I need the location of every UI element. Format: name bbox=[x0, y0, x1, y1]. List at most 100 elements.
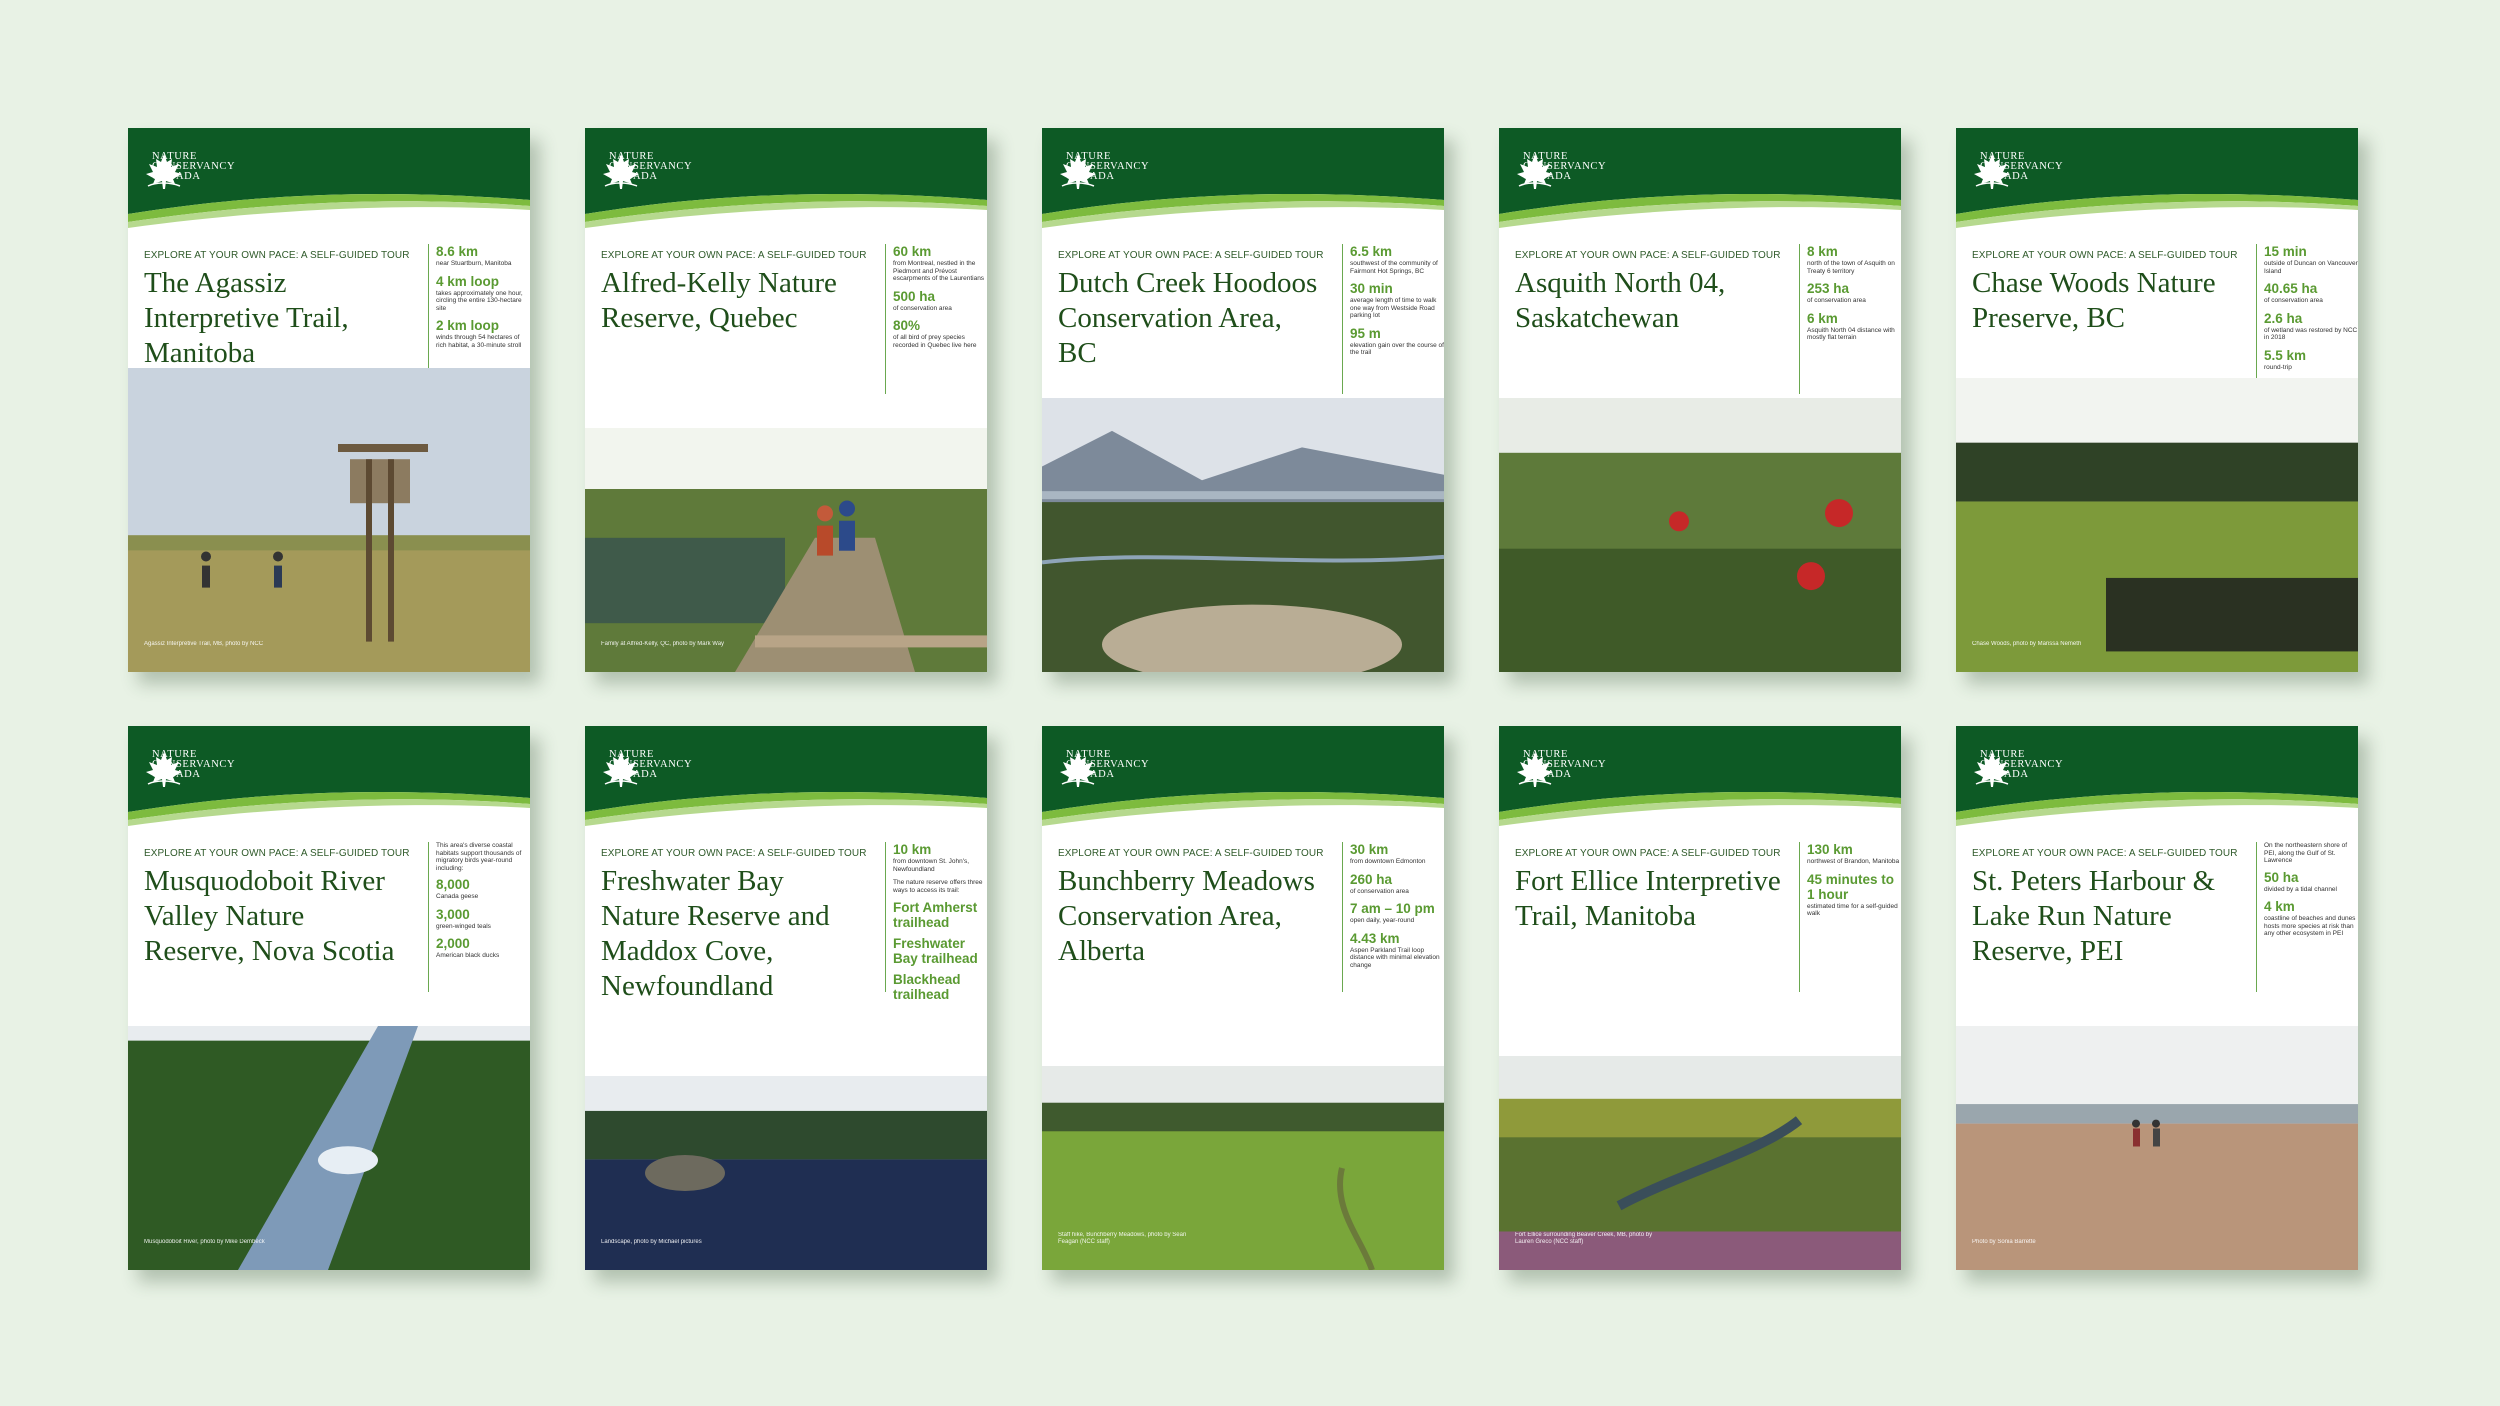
tour-kicker: EXPLORE AT YOUR OWN PACE: A SELF-GUIDED … bbox=[1058, 848, 1324, 859]
stats-column: 60 km from Montreal, nestled in the Piedm… bbox=[885, 244, 987, 394]
stats-column: 8 km north of the town of Asquith on Trea… bbox=[1799, 244, 1901, 394]
stat-value: 3,000 bbox=[436, 906, 470, 922]
card-title: Fort Ellice Interpretive Trail, Manitoba bbox=[1515, 865, 1781, 932]
org-logo: NATURE CONSERVANCY CANADA bbox=[1972, 151, 2090, 189]
brochure-card-4[interactable]: NATURE CONSERVANCY CANADA EXPLORE AT YOU… bbox=[1499, 128, 1901, 672]
stats-column: 15 min outside of Duncan on Vancouver Isl… bbox=[2256, 244, 2358, 394]
stat-value: 2.6 ha bbox=[2264, 310, 2303, 326]
stat-value: 40.65 ha bbox=[2264, 281, 2318, 296]
stat-item: 45 minutes to 1 hour estimated time for a… bbox=[1807, 872, 1901, 918]
tour-kicker: EXPLORE AT YOUR OWN PACE: A SELF-GUIDED … bbox=[144, 250, 410, 261]
stat-value: 30 min bbox=[1350, 281, 1393, 296]
stat-item: 30 km from downtown Edmonton bbox=[1350, 842, 1444, 866]
stat-value: Fort Amherst trailhead bbox=[893, 900, 978, 930]
stat-description: Aspen Parkland Trail loop distance with … bbox=[1350, 946, 1440, 969]
tour-kicker: EXPLORE AT YOUR OWN PACE: A SELF-GUIDED … bbox=[1515, 250, 1781, 261]
stat-value: 45 minutes to 1 hour bbox=[1807, 871, 1895, 902]
landscape-photo bbox=[585, 428, 987, 672]
stat-description: estimated time for a self-guided walk bbox=[1807, 902, 1898, 918]
org-logo: NATURE CONSERVANCY CANADA bbox=[1058, 749, 1176, 787]
stat-description: The nature reserve offers three ways to … bbox=[893, 879, 983, 894]
brochure-card-9[interactable]: NATURE CONSERVANCY CANADA EXPLORE AT YOU… bbox=[1499, 726, 1901, 1270]
landscape-photo bbox=[128, 1026, 530, 1270]
stat-description: of conservation area bbox=[893, 304, 952, 312]
stat-item: 4 km loop takes approximately one hour, c… bbox=[436, 274, 530, 313]
org-logo: NATURE CONSERVANCY CANADA bbox=[601, 151, 719, 189]
stat-item: 15 min outside of Duncan on Vancouver Isl… bbox=[2264, 244, 2358, 275]
stat-description: near Stuartburn, Manitoba bbox=[436, 260, 512, 267]
stat-item: 500 ha of conservation area bbox=[893, 289, 987, 313]
maple-leaf-icon bbox=[603, 752, 639, 787]
stat-description: Asquith North 04 distance with mostly fl… bbox=[1807, 326, 1895, 342]
stat-value: 30 km bbox=[1350, 842, 1389, 857]
stat-value: 4 km bbox=[2264, 899, 2295, 914]
org-logo: NATURE CONSERVANCY CANADA bbox=[1058, 151, 1176, 189]
org-logo: NATURE CONSERVANCY CANADA bbox=[144, 151, 262, 189]
card-title: St. Peters Harbour & Lake Run Nature Res… bbox=[1972, 865, 2216, 967]
brochure-card-7[interactable]: NATURE CONSERVANCY CANADA EXPLORE AT YOU… bbox=[585, 726, 987, 1270]
landscape-photo bbox=[1042, 398, 1444, 672]
stat-description: Canada geese bbox=[436, 893, 479, 900]
stat-description: from Montreal, nestled in the Piedmont a… bbox=[893, 260, 985, 282]
brochure-card-1[interactable]: NATURE CONSERVANCY CANADA EXPLORE AT YOU… bbox=[128, 128, 530, 672]
maple-leaf-icon bbox=[146, 154, 182, 189]
card-header: NATURE CONSERVANCY CANADA bbox=[1499, 128, 1901, 258]
stat-value: 15 min bbox=[2264, 244, 2307, 259]
stat-item: 8,000 Canada geese bbox=[436, 877, 530, 901]
stat-item: 8 km north of the town of Asquith on Trea… bbox=[1807, 244, 1901, 275]
stat-description: southwest of the community of Fairmont H… bbox=[1350, 260, 1438, 275]
stats-column: This area's diverse coastal habitats sup… bbox=[428, 842, 530, 992]
stats-column: On the northeastern shore of PEI, along … bbox=[2256, 842, 2358, 992]
card-header: NATURE CONSERVANCY CANADA bbox=[128, 128, 530, 258]
stat-description: open daily, year-round bbox=[1350, 917, 1415, 924]
brochure-card-3[interactable]: NATURE CONSERVANCY CANADA EXPLORE AT YOU… bbox=[1042, 128, 1444, 672]
card-title: Dutch Creek Hoodoos Conservation Area, B… bbox=[1058, 267, 1318, 369]
stat-value: 6.5 km bbox=[1350, 244, 1393, 259]
brochure-card-10[interactable]: NATURE CONSERVANCY CANADA EXPLORE AT YOU… bbox=[1956, 726, 2358, 1270]
maple-leaf-icon bbox=[1517, 154, 1553, 189]
stat-value: 2 km loop bbox=[436, 318, 500, 333]
maple-leaf-icon bbox=[1974, 154, 2010, 189]
tour-kicker: EXPLORE AT YOUR OWN PACE: A SELF-GUIDED … bbox=[1058, 250, 1324, 261]
stat-item: 130 km northwest of Brandon, Manitoba bbox=[1807, 842, 1901, 866]
stats-column: 130 km northwest of Brandon, Manitoba 45 m… bbox=[1799, 842, 1901, 992]
brochure-card-8[interactable]: NATURE CONSERVANCY CANADA EXPLORE AT YOU… bbox=[1042, 726, 1444, 1270]
landscape-photo bbox=[1956, 378, 2358, 672]
stat-item: 40.65 ha of conservation area bbox=[2264, 281, 2358, 305]
maple-leaf-icon bbox=[146, 752, 182, 787]
maple-leaf-icon bbox=[1060, 154, 1096, 189]
stat-description: from downtown Edmonton bbox=[1350, 858, 1426, 865]
tour-kicker: EXPLORE AT YOUR OWN PACE: A SELF-GUIDED … bbox=[601, 848, 867, 859]
stat-item: 80% of all bird of prey species recorded … bbox=[893, 318, 987, 349]
card-header: NATURE CONSERVANCY CANADA bbox=[1042, 726, 1444, 856]
maple-leaf-icon bbox=[603, 154, 639, 189]
stat-description: of all bird of prey species recorded in … bbox=[893, 334, 977, 349]
stat-item: Blackhead trailhead bbox=[893, 972, 987, 1002]
maple-leaf-icon bbox=[1060, 752, 1096, 787]
card-title: The Agassiz Interpretive Trail, Manitoba bbox=[144, 267, 349, 369]
stat-description: elevation gain over the course of the tr… bbox=[1350, 341, 1444, 357]
stat-value: 4 km loop bbox=[436, 273, 500, 289]
photo-caption: Photo by Sonia Barrette bbox=[1972, 1239, 2036, 1245]
org-logo: NATURE CONSERVANCY CANADA bbox=[1515, 151, 1633, 189]
stat-item: 4.43 km Aspen Parkland Trail loop distanc… bbox=[1350, 931, 1444, 970]
stat-description: average length of time to walk one way f… bbox=[1350, 297, 1437, 319]
stat-item: 2.6 ha of wetland was restored by NCC in … bbox=[2264, 311, 2358, 342]
brochure-card-6[interactable]: NATURE CONSERVANCY CANADA EXPLORE AT YOU… bbox=[128, 726, 530, 1270]
brochure-card-2[interactable]: NATURE CONSERVANCY CANADA EXPLORE AT YOU… bbox=[585, 128, 987, 672]
stat-value: 95 m bbox=[1350, 325, 1381, 341]
stat-item: 95 m elevation gain over the course of th… bbox=[1350, 326, 1444, 357]
stats-column: 30 km from downtown Edmonton 260 ha of cons… bbox=[1342, 842, 1444, 992]
org-logo: NATURE CONSERVANCY CANADA bbox=[1972, 749, 2090, 787]
stat-item: 60 km from Montreal, nestled in the Piedm… bbox=[893, 244, 987, 283]
brochure-grid: NATURE CONSERVANCY CANADA EXPLORE AT YOU… bbox=[0, 0, 2500, 1406]
stat-description: of conservation area bbox=[2264, 297, 2323, 304]
tour-kicker: EXPLORE AT YOUR OWN PACE: A SELF-GUIDED … bbox=[1972, 848, 2238, 859]
stat-value: 8 km bbox=[1807, 244, 1838, 259]
stats-intro: On the northeastern shore of PEI, along … bbox=[2264, 842, 2348, 864]
stat-item: 4 km coastline of beaches and dunes hosts… bbox=[2264, 899, 2358, 938]
stat-value: 60 km bbox=[893, 244, 932, 259]
stat-description: northwest of Brandon, Manitoba bbox=[1807, 858, 1900, 865]
maple-leaf-icon bbox=[1517, 752, 1553, 787]
brochure-card-5[interactable]: NATURE CONSERVANCY CANADA EXPLORE AT YOU… bbox=[1956, 128, 2358, 672]
